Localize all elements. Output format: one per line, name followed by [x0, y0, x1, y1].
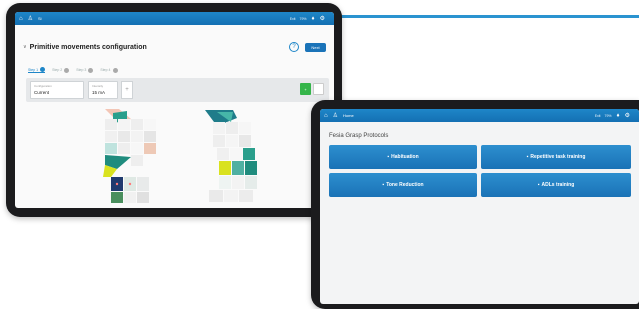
tab-step-4[interactable]: Step 4 [100, 67, 118, 73]
user-label: Home [343, 113, 354, 118]
status-text-a: Exit [289, 16, 296, 21]
tablet-grasp-protocols: ⌂ ♙ Home Exit 79% ♦ ⚙ Fesia Grasp Protoc… [311, 100, 639, 309]
protocol-icon: ▪ [526, 154, 529, 160]
help-button[interactable]: ? [289, 42, 299, 52]
battery-text: 79% [299, 16, 307, 21]
configuration-value: Current [34, 90, 50, 95]
tablet-primitive-config: ⌂ ♙ Si Exit 79% ♦ ⚙ ∨ Primitive movement… [6, 3, 342, 217]
bell-icon[interactable]: ♦ [617, 113, 620, 119]
chevron-down-icon[interactable]: ∨ [23, 44, 27, 50]
configuration-label: Configuration [34, 84, 52, 88]
bell-icon[interactable]: ♦ [312, 16, 315, 22]
intensity-field[interactable]: Intensity 15 mA [88, 81, 118, 99]
protocol-icon: ▪ [387, 154, 390, 160]
screen-primitive-config: ⌂ ♙ Si Exit 79% ♦ ⚙ ∨ Primitive movement… [15, 12, 334, 208]
tone-reduction-button[interactable]: ▪ Tone Reduction [329, 173, 477, 197]
step-dot-icon [40, 67, 46, 72]
intensity-value: 15 mA [92, 90, 106, 95]
protocol-icon: ▪ [537, 182, 540, 188]
repetitive-task-training-button[interactable]: ▪ Repetitive task training [481, 145, 631, 169]
secondary-button[interactable] [313, 83, 324, 95]
electrode-map-right [203, 108, 265, 204]
gear-icon[interactable]: ⚙ [625, 113, 630, 119]
next-button[interactable]: Next [305, 42, 326, 52]
home-icon[interactable]: ⌂ [19, 16, 23, 22]
screen-grasp-protocols: ⌂ ♙ Home Exit 79% ♦ ⚙ Fesia Grasp Protoc… [320, 109, 639, 304]
step-dot-icon [112, 67, 118, 73]
step-tabs: Step 1 Step 2 Step 3 Step 4 [28, 67, 125, 73]
electrode-map-left [97, 107, 163, 205]
add-button[interactable]: + [121, 81, 133, 99]
title-row: ∨ Primitive movements configuration ? Ne… [23, 40, 326, 54]
user-icon[interactable]: ♙ [28, 16, 33, 22]
gear-icon[interactable]: ⚙ [320, 16, 325, 22]
home-icon[interactable]: ⌂ [324, 113, 328, 119]
tab-step-1[interactable]: Step 1 [28, 67, 46, 73]
user-label: Si [38, 16, 42, 21]
config-panel: Configuration Current Intensity 15 mA + … [26, 78, 329, 102]
protocol-icon: ▪ [382, 182, 385, 188]
step-dot-icon [64, 67, 70, 73]
configuration-select[interactable]: Configuration Current [30, 81, 84, 99]
page-title: Fesia Grasp Protocols [329, 133, 389, 139]
accent-line [338, 15, 639, 18]
step-dot-icon [88, 67, 94, 73]
top-bar: ⌂ ♙ Si Exit 79% ♦ ⚙ [15, 12, 334, 25]
user-icon[interactable]: ♙ [333, 113, 338, 119]
tab-step-2[interactable]: Step 2 [52, 67, 70, 73]
adls-training-button[interactable]: ▪ ADLs training [481, 173, 631, 197]
top-bar: ⌂ ♙ Home Exit 79% ♦ ⚙ [320, 109, 639, 122]
page-title: Primitive movements configuration [29, 43, 147, 51]
intensity-label: Intensity [92, 84, 104, 88]
battery-text: 79% [604, 113, 612, 118]
go-button[interactable]: + [300, 83, 311, 95]
habituation-button[interactable]: ▪ Habituation [329, 145, 477, 169]
tab-step-3[interactable]: Step 3 [76, 67, 94, 73]
status-text-a: Exit [594, 113, 601, 118]
